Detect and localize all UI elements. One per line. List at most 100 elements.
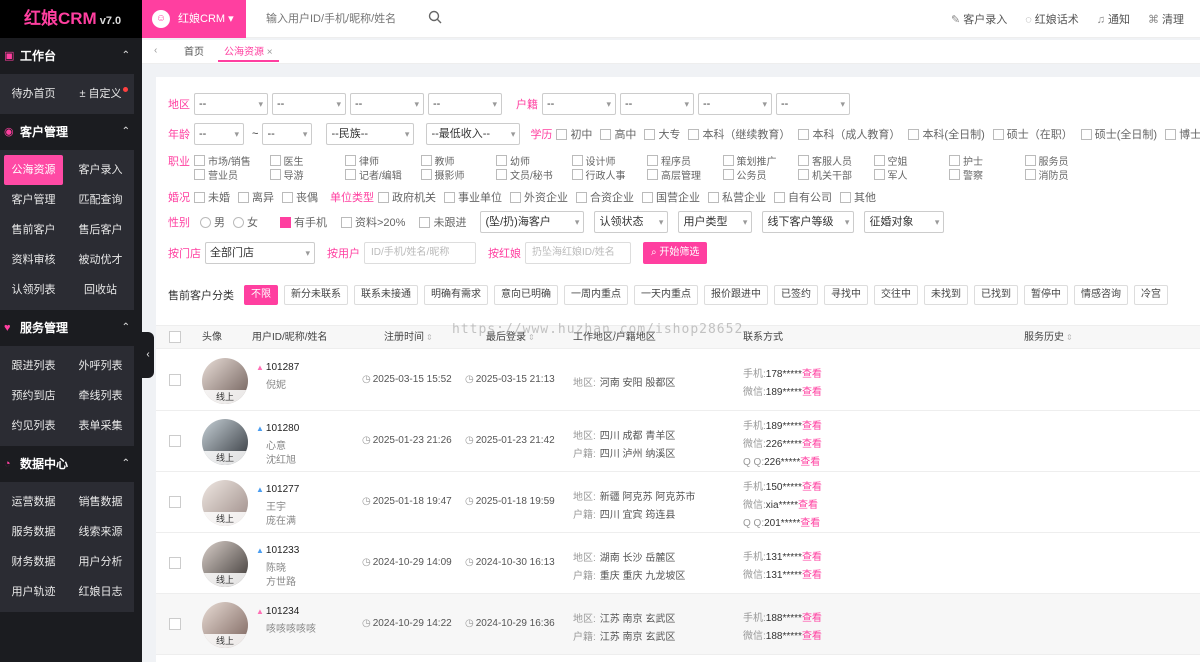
education-option[interactable]: 博士 (1165, 126, 1200, 142)
store-select[interactable]: 全部门店 (205, 242, 315, 264)
category-chip[interactable]: 一周内重点 (564, 285, 628, 305)
claim-status-select[interactable]: 认领状态 (594, 211, 669, 233)
income-select[interactable]: --最低收入-- (426, 123, 521, 145)
education-option[interactable]: 本科（成人教育） (798, 126, 900, 142)
tab-home[interactable]: 首页 (178, 44, 210, 62)
age-max-select[interactable]: -- (262, 123, 313, 145)
view-link[interactable]: 查看 (802, 482, 822, 493)
category-chip[interactable]: 报价跟进中 (704, 285, 768, 305)
sidebar-item[interactable]: 客户录入 (67, 155, 134, 185)
category-chip[interactable]: 意向已明确 (494, 285, 558, 305)
job-option[interactable]: 消防员 (1024, 167, 1101, 182)
view-link[interactable]: 查看 (802, 552, 822, 563)
view-link[interactable]: 查看 (802, 421, 822, 432)
start-filter-button[interactable]: ⌕ 开始筛选 (643, 242, 708, 264)
marriage-option[interactable]: 未婚 (194, 189, 230, 205)
has-phone-checkbox[interactable]: 有手机 (280, 214, 327, 230)
job-option[interactable]: 机关干部 (798, 167, 874, 182)
sidebar-item[interactable]: 红娘日志 (67, 577, 134, 607)
unit-option[interactable]: 事业单位 (444, 189, 502, 205)
category-chip[interactable]: 冷宫 (1134, 285, 1168, 305)
education-option[interactable]: 大专 (644, 126, 680, 142)
team-switcher[interactable]: ☺ 红娘CRM ▾ (142, 0, 246, 38)
category-chip[interactable]: 未找到 (924, 285, 968, 305)
row-checkbox[interactable] (169, 557, 181, 569)
job-option[interactable]: 服务员 (1024, 153, 1101, 168)
sidebar-section-1[interactable]: ◉ 客户管理 ⌃ (0, 114, 142, 150)
category-chip[interactable]: 不限 (244, 285, 278, 305)
sidebar-item[interactable]: 运营数据 (0, 487, 67, 517)
sidebar-item[interactable]: 销售数据 (67, 487, 134, 517)
sidebar-section-3[interactable]: ◔ 数据中心 ⌃ (0, 446, 142, 482)
sidebar-item[interactable]: 牵线列表 (67, 381, 134, 411)
notify-action[interactable]: ♫ 通知 (1097, 11, 1130, 27)
sidebar-item[interactable]: 线索来源 (67, 517, 134, 547)
clear-action[interactable]: ⌘ 清理 (1148, 11, 1184, 27)
sidebar-item[interactable]: 公海资源 (4, 155, 63, 185)
category-chip[interactable]: 一天内重点 (634, 285, 698, 305)
education-option[interactable]: 硕士（在职） (992, 126, 1073, 142)
job-option[interactable]: 行政人事 (571, 167, 648, 182)
tab-public-resources[interactable]: 公海资源 × (218, 44, 279, 62)
marriage-option[interactable]: 丧偶 (282, 189, 318, 205)
education-option[interactable]: 本科(全日制) (908, 126, 985, 142)
job-option[interactable]: 医生 (269, 153, 346, 168)
sidebar-item[interactable]: 客户管理 (0, 185, 67, 215)
sidebar-item[interactable]: 待办首页 (0, 79, 67, 109)
category-chip[interactable]: 已签约 (774, 285, 818, 305)
job-option[interactable]: 空姐 (873, 153, 950, 168)
job-option[interactable]: 文员/秘书 (496, 167, 572, 182)
huji-district-select[interactable]: -- (698, 93, 772, 115)
view-link[interactable]: 查看 (800, 518, 820, 529)
category-chip[interactable]: 交往中 (874, 285, 918, 305)
education-option[interactable]: 硕士(全日制) (1080, 126, 1157, 142)
offline-level-select[interactable]: 线下客户等级 (762, 211, 855, 233)
unit-option[interactable]: 合资企业 (576, 189, 634, 205)
sidebar-item[interactable]: 售前客户 (0, 215, 67, 245)
sidebar-item[interactable]: 用户轨迹 (0, 577, 67, 607)
add-customer-action[interactable]: ✎ 客户录入 (951, 11, 1007, 27)
sidebar-item[interactable]: 财务数据 (0, 547, 67, 577)
avatar[interactable]: 线上 (202, 358, 248, 404)
marriage-option[interactable]: 离异 (238, 189, 274, 205)
avatar[interactable]: 线上 (202, 602, 248, 648)
unit-option[interactable]: 政府机关 (378, 189, 436, 205)
sidebar-collapse-button[interactable]: ‹ (142, 332, 154, 378)
job-option[interactable]: 公务员 (722, 167, 799, 182)
row-checkbox[interactable] (169, 618, 181, 630)
job-option[interactable]: 摄影师 (420, 167, 497, 182)
job-option[interactable]: 设计师 (571, 153, 648, 168)
user-id[interactable]: ▲ 101280 (256, 423, 299, 434)
gender-female-radio[interactable]: 女 (233, 214, 258, 230)
user-type-select[interactable]: 用户类型 (678, 211, 753, 233)
region-district-select[interactable]: -- (350, 93, 424, 115)
row-checkbox[interactable] (169, 374, 181, 386)
unit-option[interactable]: 自有公司 (774, 189, 832, 205)
category-chip[interactable]: 寻找中 (824, 285, 868, 305)
huji-province-select[interactable]: -- (542, 93, 616, 115)
sidebar-item[interactable]: 认领列表 (0, 275, 67, 305)
view-link[interactable]: 查看 (802, 613, 822, 624)
education-option[interactable]: 初中 (556, 126, 592, 142)
avatar[interactable]: 线上 (202, 480, 248, 526)
col-reg-time[interactable]: 注册时间 ⇕ (384, 326, 433, 350)
job-option[interactable]: 警察 (949, 167, 1025, 182)
job-option[interactable]: 记者/编辑 (345, 167, 421, 182)
sidebar-item[interactable]: 外呼列表 (67, 351, 134, 381)
nation-select[interactable]: --民族-- (326, 123, 415, 145)
unit-option[interactable]: 其他 (840, 189, 876, 205)
view-link[interactable]: 查看 (802, 387, 822, 398)
job-option[interactable]: 市场/销售 (194, 153, 270, 168)
user-id[interactable]: ▲ 101233 (256, 545, 299, 556)
col-service-history[interactable]: 服务历史 ⇕ (1024, 326, 1073, 350)
huji-town-select[interactable]: -- (776, 93, 850, 115)
col-last-login[interactable]: 最后登录 ⇕ (486, 326, 535, 350)
region-province-select[interactable]: -- (194, 93, 268, 115)
view-link[interactable]: 查看 (802, 570, 822, 581)
education-option[interactable]: 本科（继续教育） (688, 126, 790, 142)
row-checkbox[interactable] (169, 435, 181, 447)
sidebar-item[interactable]: 表单采集 (67, 411, 134, 441)
search-icon[interactable] (428, 10, 442, 24)
view-link[interactable]: 查看 (800, 457, 820, 468)
close-icon[interactable]: × (267, 47, 273, 58)
